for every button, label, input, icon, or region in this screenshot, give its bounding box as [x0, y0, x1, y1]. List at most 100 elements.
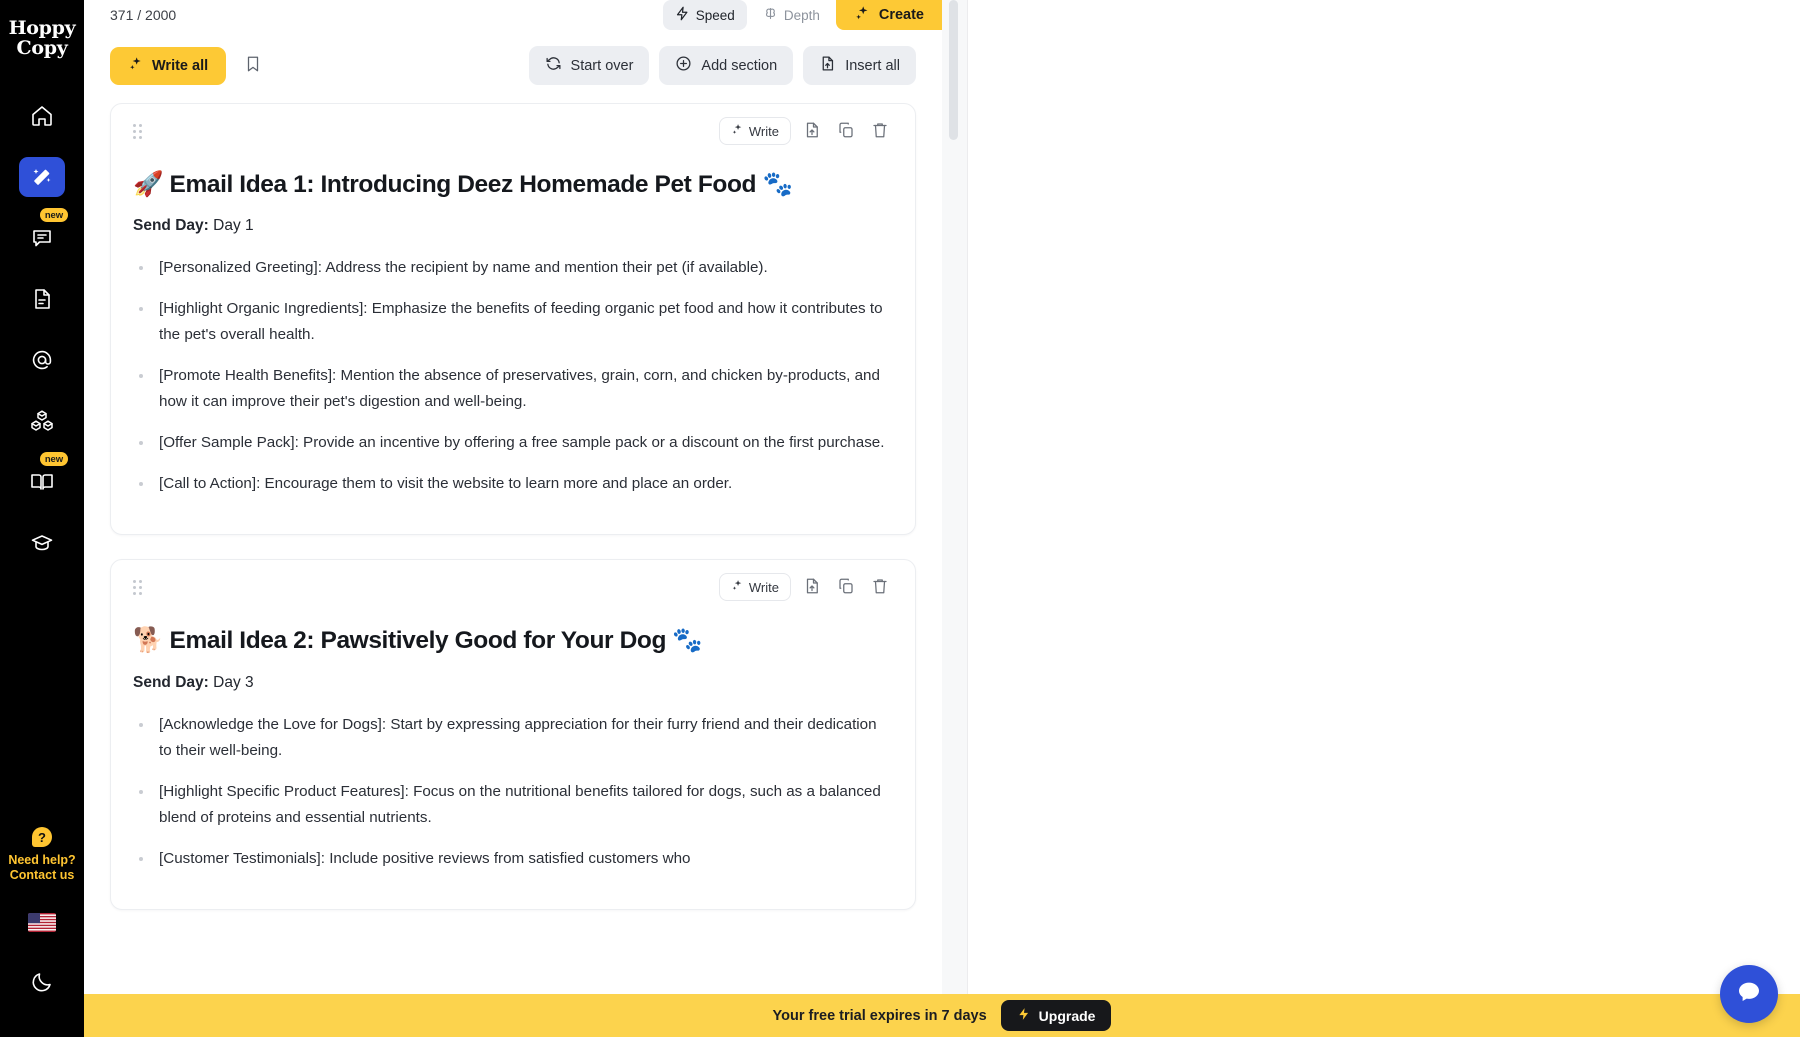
list-item: [Personalized Greeting]: Address the rec… — [133, 255, 893, 281]
sidebar-item-write[interactable] — [19, 157, 65, 197]
logo-line-2: Copy — [9, 38, 76, 58]
scrollbar-thumb[interactable] — [949, 0, 958, 140]
topbar-right-group: Speed Depth Create — [663, 0, 942, 30]
character-counter: 371 / 2000 — [110, 7, 176, 23]
sidebar-item-templates[interactable] — [19, 401, 65, 441]
write-all-button[interactable]: Write all — [110, 47, 226, 85]
card-bullet-list: [Acknowledge the Love for Dogs]: Start b… — [133, 712, 893, 872]
bookmark-button[interactable] — [236, 49, 270, 83]
sidebar-item-email[interactable] — [19, 340, 65, 380]
need-help-line-2: Contact us — [8, 868, 75, 883]
editor-actionbar: Write all Start over Ad — [84, 30, 942, 85]
lightning-bolt-icon — [1017, 1007, 1031, 1024]
question-mark-icon: ? — [32, 827, 52, 847]
refresh-icon — [545, 55, 562, 76]
sidebar-item-chat[interactable]: new — [19, 218, 65, 258]
logo-line-1: Hoppy — [9, 18, 76, 38]
start-over-button[interactable]: Start over — [529, 46, 650, 85]
card-write-button[interactable]: Write — [719, 117, 791, 145]
new-badge: new — [40, 208, 68, 222]
chat-widget-button[interactable] — [1720, 965, 1778, 1023]
sparkles-icon — [128, 56, 144, 76]
app-logo[interactable]: Hoppy Copy — [9, 18, 76, 58]
file-insert-icon — [803, 577, 821, 598]
send-day-label: Send Day: — [133, 674, 209, 691]
home-icon — [30, 104, 54, 128]
card-insert-button[interactable] — [799, 574, 825, 600]
email-idea-card: Write — [110, 559, 916, 909]
card-bullet-list: [Personalized Greeting]: Address the rec… — [133, 255, 893, 497]
card-delete-button[interactable] — [867, 118, 893, 144]
create-button[interactable]: Create — [836, 0, 942, 30]
sidebar-item-home[interactable] — [19, 96, 65, 136]
mode-toggle-depth[interactable]: Depth — [751, 0, 832, 30]
list-item: [Customer Testimonials]: Include positiv… — [133, 846, 893, 872]
left-sidebar: Hoppy Copy new — [0, 0, 84, 1037]
drag-handle-icon[interactable] — [133, 124, 142, 139]
add-section-button[interactable]: Add section — [659, 46, 793, 85]
editor-topbar: 371 / 2000 Speed Depth — [84, 0, 942, 30]
card-write-button[interactable]: Write — [719, 573, 791, 601]
card-delete-button[interactable] — [867, 574, 893, 600]
blocks-icon — [29, 408, 55, 434]
sidebar-item-academy[interactable] — [19, 523, 65, 563]
write-all-label: Write all — [152, 58, 208, 74]
copy-icon — [837, 121, 855, 142]
open-book-icon — [29, 470, 55, 494]
us-flag-icon[interactable] — [28, 913, 56, 932]
list-item: [Highlight Specific Product Features]: F… — [133, 779, 893, 831]
editor-column: 371 / 2000 Speed Depth — [84, 0, 942, 1037]
sidebar-item-documents[interactable] — [19, 279, 65, 319]
file-insert-icon — [819, 55, 836, 76]
upgrade-button[interactable]: Upgrade — [1001, 1000, 1112, 1031]
drag-handle-icon[interactable] — [133, 580, 142, 595]
sparkles-icon — [854, 5, 871, 26]
cards-scroll-area[interactable]: Write — [84, 103, 942, 1037]
card-copy-button[interactable] — [833, 574, 859, 600]
bookmark-icon — [244, 55, 262, 76]
card-header: Write — [133, 118, 893, 144]
right-panel: Rewrite Continue Shorten Expand — [968, 0, 1800, 1037]
send-day-value: Day 1 — [213, 217, 254, 234]
sidebar-item-library[interactable]: new — [19, 462, 65, 502]
card-header: Write — [133, 574, 893, 600]
lightning-bolt-icon — [675, 6, 690, 24]
magic-wand-icon — [30, 165, 54, 189]
upgrade-label: Upgrade — [1039, 1008, 1096, 1024]
mode-toggle-speed[interactable]: Speed — [663, 0, 747, 30]
actionbar-right-group: Start over Add section Insert all — [529, 46, 916, 85]
card-write-label: Write — [749, 124, 779, 139]
card-header-actions: Write — [719, 117, 893, 145]
at-sign-icon — [30, 348, 54, 372]
sparkles-icon — [731, 579, 744, 595]
send-day-row: Send Day: Day 1 — [133, 217, 893, 235]
list-item: [Promote Health Benefits]: Mention the a… — [133, 363, 893, 415]
need-help-link[interactable]: ? Need help? Contact us — [8, 827, 75, 883]
insert-all-button[interactable]: Insert all — [803, 46, 916, 85]
card-copy-button[interactable] — [833, 118, 859, 144]
sidebar-nav: new new — [0, 96, 84, 563]
chat-bubble-icon — [1734, 977, 1764, 1012]
card-write-label: Write — [749, 580, 779, 595]
page-scrollbar[interactable] — [942, 0, 968, 1037]
plus-circle-icon — [675, 55, 692, 76]
trial-banner: Your free trial expires in 7 days Upgrad… — [84, 994, 1800, 1037]
list-item: [Offer Sample Pack]: Provide an incentiv… — [133, 430, 893, 456]
card-insert-button[interactable] — [799, 118, 825, 144]
sparkles-icon — [731, 123, 744, 139]
trash-icon — [871, 121, 889, 142]
email-idea-card: Write — [110, 103, 916, 535]
mode-depth-label: Depth — [784, 8, 820, 23]
graduation-cap-icon — [29, 531, 55, 555]
document-icon — [30, 287, 54, 311]
sidebar-bottom: ? Need help? Contact us — [0, 827, 84, 1037]
file-insert-icon — [803, 121, 821, 142]
moon-icon[interactable] — [30, 970, 54, 999]
add-section-label: Add section — [701, 58, 777, 74]
need-help-line-1: Need help? — [8, 853, 75, 868]
start-over-label: Start over — [571, 58, 634, 74]
create-button-label: Create — [879, 7, 924, 23]
card-header-actions: Write — [719, 573, 893, 601]
app-root: Hoppy Copy new — [0, 0, 1800, 1037]
card-title: 🚀 Email Idea 1: Introducing Deez Homemad… — [133, 170, 893, 199]
